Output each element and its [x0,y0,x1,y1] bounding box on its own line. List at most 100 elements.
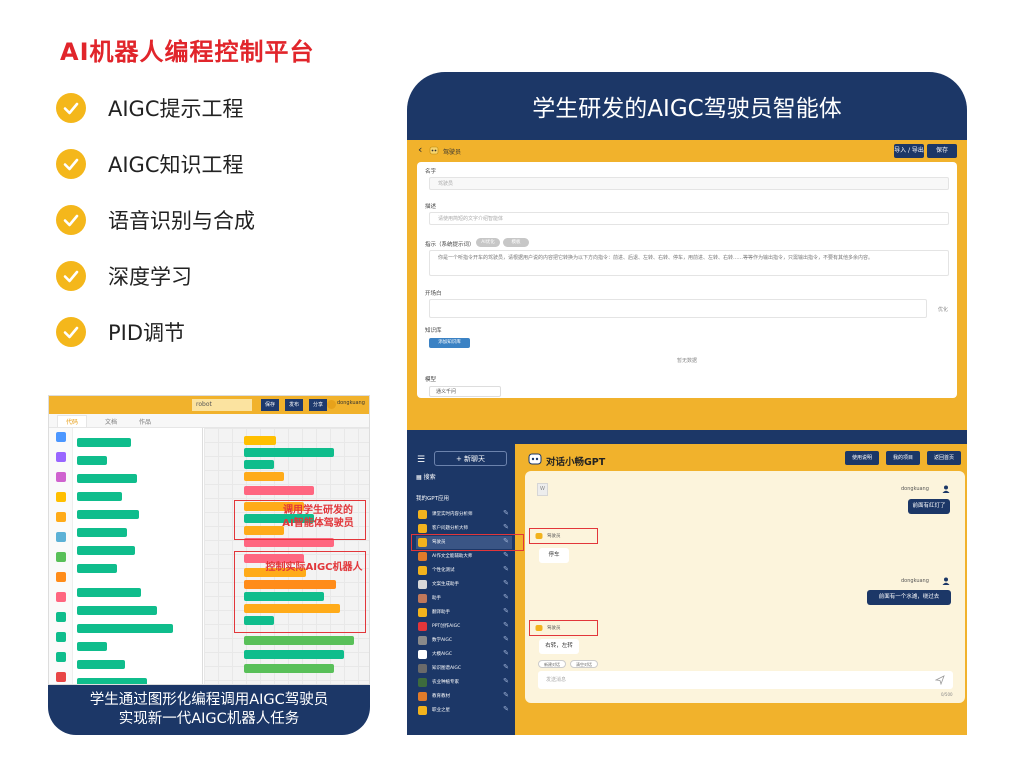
opening-textarea[interactable] [429,299,927,318]
publish-button[interactable]: 发布 [285,399,303,411]
workspace-block[interactable] [244,650,344,659]
my-projects-button[interactable]: 我的项目 [886,451,920,465]
send-icon[interactable] [935,675,945,685]
palette-block[interactable] [77,546,135,555]
menu-icon[interactable]: ☰ [417,455,425,465]
document-icon[interactable]: W [537,483,548,496]
category-robot[interactable] [56,612,66,622]
sidebar-app-item[interactable]: AI作文全能辅助大师 ✎ [416,550,512,563]
editor-tabs: 代码 文档 作品 [49,414,369,428]
palette-block[interactable] [77,528,127,537]
category-control[interactable] [56,512,66,522]
back-arrow-icon[interactable]: ‹ [418,143,422,156]
back-home-button[interactable]: 返回首页 [927,451,961,465]
check-icon [56,317,86,347]
palette-block[interactable] [77,678,147,684]
edit-icon[interactable]: ✎ [503,551,509,559]
opening-label: 开场白 [425,291,442,297]
save-config-button[interactable]: 保存 [927,144,957,158]
workspace-block[interactable] [244,636,354,645]
prompt-textarea[interactable]: 你是一个听指令开车的驾驶员，请根据用户说的内容把它转换为以下方向指令：前进、后退… [429,250,949,276]
sidebar-app-item[interactable]: 课堂实时内容分析师 ✎ [416,508,512,521]
palette-block[interactable] [77,474,137,483]
palette-block[interactable] [77,510,139,519]
model-select[interactable]: 通义千问 [429,386,501,397]
add-knowledge-button[interactable]: 添加知识库 [429,338,470,348]
palette-block[interactable] [77,606,157,615]
category-ai[interactable] [56,632,66,642]
category-operators[interactable] [56,552,66,562]
name-input[interactable]: 驾驶员 [429,177,949,190]
category-variables[interactable] [56,572,66,582]
palette-block[interactable] [77,492,122,501]
sidebar-app-item[interactable]: 职业之星 ✎ [416,704,512,717]
palette-block[interactable] [77,624,173,633]
chat-input[interactable]: 发送消息 [538,671,953,689]
sidebar-app-item[interactable]: PPT创作AIGC ✎ [416,620,512,633]
edit-icon[interactable]: ✎ [503,649,509,657]
edit-icon[interactable]: ✎ [503,509,509,517]
sidebar-app-item[interactable]: 大模AIGC ✎ [416,648,512,661]
clear-conversation-chip[interactable]: 清空对话 [570,660,598,668]
usage-guide-button[interactable]: 使用说明 [845,451,879,465]
sidebar-app-item[interactable]: 农业种植专家 ✎ [416,676,512,689]
palette-block[interactable] [77,438,131,447]
palette-block[interactable] [77,456,107,465]
workspace-block[interactable] [244,472,284,481]
workspace-block[interactable] [244,436,276,445]
sidebar-app-item[interactable]: 助手 ✎ [416,592,512,605]
edit-icon[interactable]: ✎ [503,663,509,671]
palette-block[interactable] [77,564,117,573]
sidebar-app-item[interactable]: 知识图谱AIGC ✎ [416,662,512,675]
new-chat-button[interactable]: + 新聊天 [434,451,507,466]
edit-icon[interactable]: ✎ [503,523,509,531]
edit-icon[interactable]: ✎ [503,691,509,699]
edit-icon[interactable]: ✎ [503,565,509,573]
palette-block[interactable] [77,642,107,651]
feature-label: 深度学习 [108,265,192,289]
edit-icon[interactable]: ✎ [503,579,509,587]
feature-label: AIGC提示工程 [108,97,244,121]
feature-item: AIGC提示工程 [56,80,255,136]
sidebar-app-item[interactable]: 文案生成助手 ✎ [416,578,512,591]
sidebar-app-item[interactable]: 个性化测试 ✎ [416,564,512,577]
category-sound[interactable] [56,472,66,482]
template-pill[interactable]: 模板 [503,238,529,247]
description-input[interactable]: 请使用简短的文字介绍智能体 [429,212,949,225]
tab-works[interactable]: 作品 [139,417,151,426]
category-sensing[interactable] [56,532,66,542]
sidebar-app-item[interactable]: 教育教材 ✎ [416,690,512,703]
edit-icon[interactable]: ✎ [503,705,509,713]
edit-icon[interactable]: ✎ [503,635,509,643]
palette-block[interactable] [77,588,141,597]
search-row[interactable]: ▦ 搜索 [416,472,436,481]
save-button[interactable]: 保存 [261,399,279,411]
caption-line-2: 实现新一代AIGC机器人任务 [118,711,300,727]
workspace-block[interactable] [244,448,334,457]
share-button[interactable]: 分享 [309,399,327,411]
workspace-block[interactable] [244,664,334,673]
category-blocks[interactable] [56,592,66,602]
category-extension[interactable] [56,672,66,682]
opening-optimize-button[interactable]: 优化 [938,306,948,313]
tab-docs[interactable]: 文档 [105,417,117,426]
category-events[interactable] [56,492,66,502]
tab-code[interactable]: 代码 [57,415,88,427]
category-motion[interactable] [56,432,66,442]
edit-icon[interactable]: ✎ [503,621,509,629]
new-conversation-chip[interactable]: 新建对话 [538,660,566,668]
workspace-block[interactable] [244,486,314,495]
sidebar-app-item[interactable]: 翻译助手 ✎ [416,606,512,619]
workspace-block[interactable] [244,460,274,469]
sidebar-app-item[interactable]: 数学AIGC ✎ [416,634,512,647]
edit-icon[interactable]: ✎ [503,593,509,601]
category-speech[interactable] [56,652,66,662]
ai-optimize-pill[interactable]: AI优化 [476,238,500,247]
palette-block[interactable] [77,660,125,669]
category-looks[interactable] [56,452,66,462]
import-export-button[interactable]: 导入 / 导出 [894,144,924,158]
project-name-input[interactable]: robot [192,399,252,411]
chat-sidebar: ☰ + 新聊天 ▦ 搜索 我的GPT应用 课堂实时内容分析师 ✎ 客户问题分析大师… [407,444,515,735]
edit-icon[interactable]: ✎ [503,677,509,685]
edit-icon[interactable]: ✎ [503,607,509,615]
